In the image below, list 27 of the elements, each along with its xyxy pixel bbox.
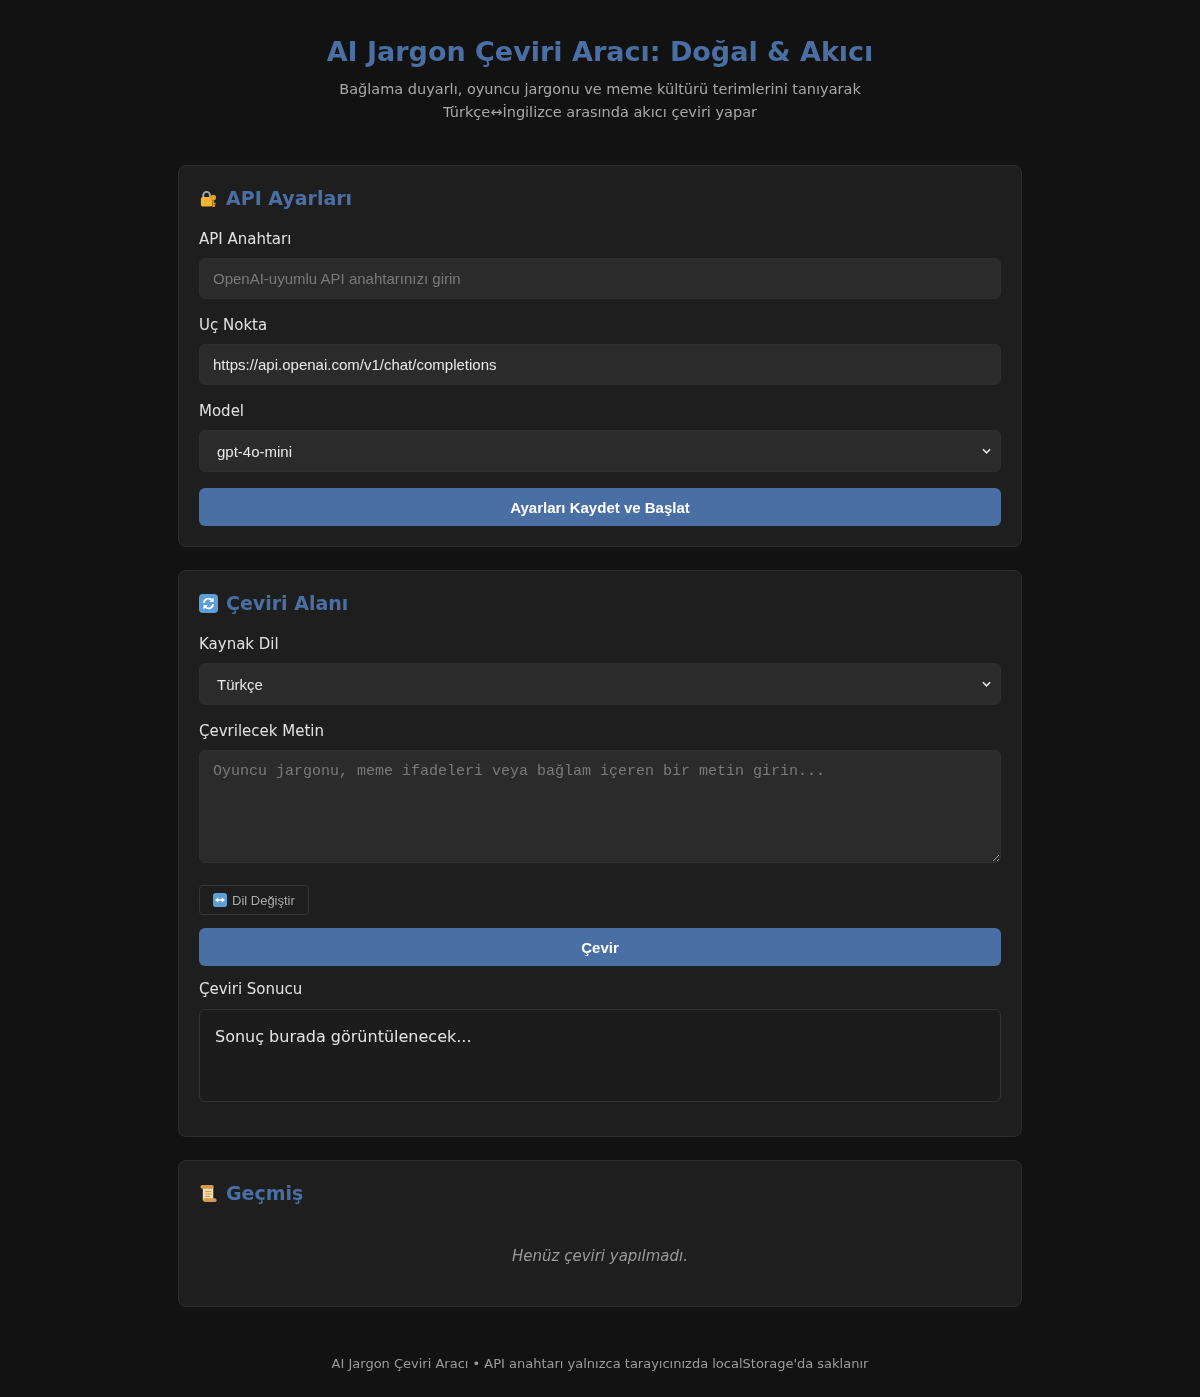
endpoint-field[interactable]: https://api.openai.com/v1/chat/completions xyxy=(199,344,1001,385)
field-label: Çevrilecek Metin xyxy=(199,721,325,741)
model-select[interactable]: gpt-4o-mini xyxy=(199,430,1001,472)
section-heading: API Ayarları xyxy=(226,186,353,210)
field-label: API Anahtarı xyxy=(199,229,293,249)
field-label: Kaynak Dil xyxy=(199,634,280,654)
result-output: Sonuç burada görüntülenecek... xyxy=(199,1009,1001,1102)
page-title: AI Jargon Çeviri Aracı: Doğal & Akıcı xyxy=(326,35,874,69)
scroll-icon xyxy=(199,1183,218,1203)
field-label: Uç Nokta xyxy=(199,315,269,335)
empty-history-text: Henüz çeviri yapılmadı. xyxy=(511,1246,689,1267)
field-label: Model xyxy=(199,401,246,421)
api-key-field[interactable]: OpenAI-uyumlu API anahtarınızı girin xyxy=(199,258,1001,299)
swap-language-button[interactable]: Dil Değiştir xyxy=(199,885,309,915)
language-select[interactable]: Türkçe xyxy=(199,663,1001,705)
field-label: Çeviri Sonucu xyxy=(199,979,304,999)
refresh-arrows-icon xyxy=(199,593,218,613)
section-heading: Geçmiş xyxy=(226,1181,304,1205)
chevron-down-icon xyxy=(982,448,991,454)
footer-text: AI Jargon Çeviri Aracı • API anahtarı yalnızca tarayıcınızda localStorage'da saklanır xyxy=(331,1355,869,1373)
padlock-key-icon xyxy=(199,188,218,208)
translate-button[interactable]: Çevir xyxy=(199,928,1001,966)
source-text-field[interactable]: Oyuncu jargonu, meme ifadeleri veya bağlam içeren bir metin girin... xyxy=(199,750,1001,863)
page-subtitle: Bağlama duyarlı, oyuncu jargonu ve meme kültürü terimlerini tanıyarak Türkçe↔İngilizce arasında akıcı çeviri yapar xyxy=(338,80,862,122)
chevron-down-icon xyxy=(982,681,991,687)
save-settings-button[interactable]: Ayarları Kaydet ve Başlat xyxy=(199,488,1001,526)
section-heading: Çeviri Alanı xyxy=(226,591,349,615)
